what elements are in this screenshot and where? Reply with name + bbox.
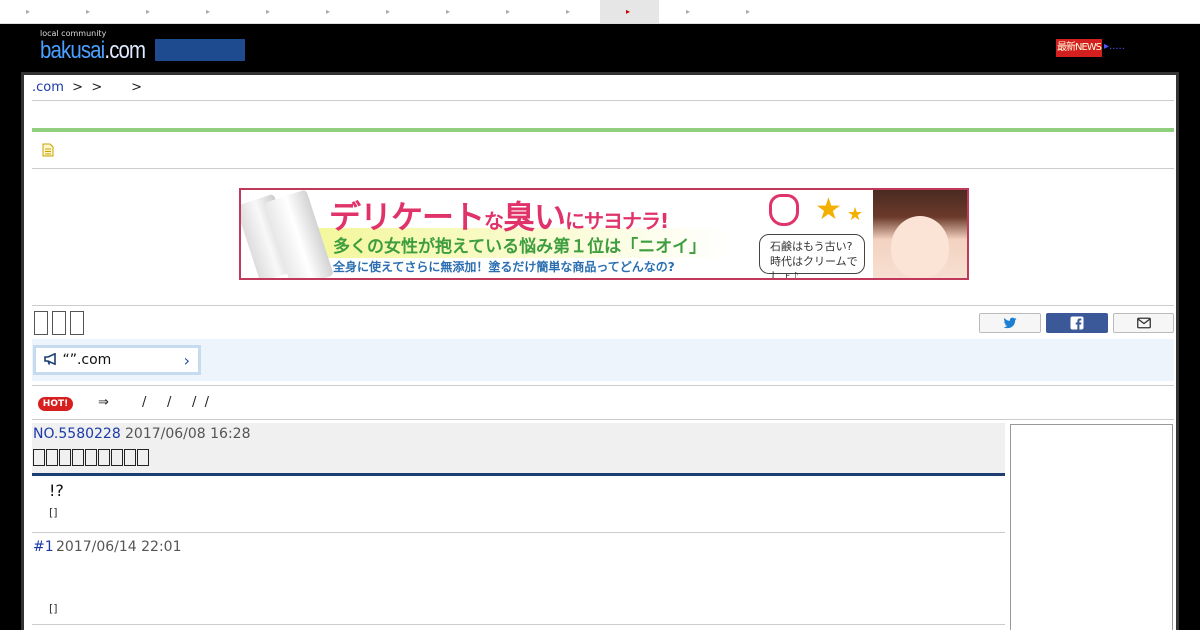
top-nav-item[interactable]: ▸ [360, 0, 420, 23]
top-nav-item[interactable]: ▸ [240, 0, 300, 23]
top-nav-item[interactable]: ▸ [540, 0, 600, 23]
top-nav-item[interactable]: ▸ [300, 0, 360, 23]
thread-body: !? [49, 481, 64, 500]
star-icon: ★ [847, 204, 864, 225]
missing-glyph [137, 449, 149, 466]
hand-wave-icon [769, 194, 799, 226]
logo-name-main: bakusai [40, 37, 105, 64]
top-nav-item[interactable]: ▸ [660, 0, 720, 23]
twitter-icon [1003, 317, 1017, 329]
chevron-right-icon: › [183, 351, 190, 370]
missing-glyph [34, 311, 48, 335]
announcement-button[interactable]: “”.com › [33, 345, 201, 375]
document-icon [42, 143, 54, 157]
main-frame: .com > > > デリケートな臭いにサヨナラ! ★ ★ 多くの女性が抱えてい… [21, 72, 1179, 630]
thread-board-title [34, 311, 88, 339]
missing-glyph [85, 449, 97, 466]
banner-headline-part: 臭い [503, 198, 566, 236]
missing-glyph [72, 449, 84, 466]
latest-news-badge[interactable]: 最新NEWS [1056, 39, 1102, 57]
notice-bar: “”.com › [32, 339, 1174, 381]
facebook-icon [1070, 316, 1084, 330]
missing-glyph [52, 311, 66, 335]
missing-glyph [59, 449, 71, 466]
star-icon: ★ [815, 192, 842, 227]
top-nav-item[interactable]: ▸ [120, 0, 180, 23]
site-header: local community bakusai.com 最新NEWS ▸....… [0, 24, 1200, 72]
thread-date: 2017/06/08 16:28 [125, 426, 251, 442]
hot-links[interactable]: ⇒ / / / / [98, 395, 209, 410]
thread-meta: [] [49, 506, 58, 519]
divider [32, 385, 1174, 386]
megaphone-icon [44, 352, 56, 366]
divider [32, 100, 1174, 101]
top-nav-item[interactable]: ▸ [420, 0, 480, 23]
thread-title-rule [32, 473, 1005, 476]
missing-glyph [124, 449, 136, 466]
top-nav-item[interactable]: ▸ [480, 0, 540, 23]
model-face [891, 216, 949, 278]
divider [32, 419, 1174, 420]
top-nav-item[interactable]: ▸ [0, 0, 60, 23]
top-nav-item[interactable]: ▸ [180, 0, 240, 23]
top-nav-item-active[interactable]: ▸ [600, 0, 659, 23]
top-nav-item[interactable]: ▸ [60, 0, 120, 23]
missing-glyph [70, 311, 84, 335]
divider [32, 532, 1005, 533]
sidebar-ad-slot [1010, 424, 1173, 630]
reply-meta: [] [49, 602, 58, 615]
area-selector[interactable] [155, 39, 245, 61]
hot-badge: HOT! [38, 397, 73, 411]
banner-headline-part: にサヨナラ! [565, 209, 669, 233]
bubble-line: 石鹸はもう古い? [770, 240, 853, 253]
banner-headline-part: デリケート [329, 198, 485, 236]
banner-subheadline: 多くの女性が抱えている悩み第１位は「ニオイ」 [333, 237, 707, 257]
green-divider [32, 128, 1174, 132]
reply-date: 2017/06/14 22:01 [56, 539, 182, 555]
thread-header: NO.5580228 2017/06/08 16:28 [32, 423, 1005, 475]
thread-number[interactable]: NO.5580228 [33, 426, 121, 442]
divider [32, 168, 1174, 169]
announcement-label: “”.com [62, 352, 112, 368]
bubble-line: 時代はクリームでしょ♪ [770, 255, 858, 280]
facebook-share-button[interactable] [1046, 313, 1108, 333]
news-ticker[interactable]: ▸..... [1104, 41, 1125, 52]
breadcrumb-site-link[interactable]: .com [32, 80, 64, 95]
top-nav: ▸ ▸ ▸ ▸ ▸ ▸ ▸ ▸ ▸ ▸ ▸ ▸ ▸ [0, 0, 1200, 24]
email-share-button[interactable] [1113, 313, 1174, 333]
missing-glyph [46, 449, 58, 466]
top-nav-item[interactable]: ▸ [720, 0, 780, 23]
breadcrumb: .com > > > [32, 80, 142, 95]
mail-icon [1136, 317, 1151, 329]
site-logo[interactable]: local community bakusai.com [40, 29, 164, 63]
reply-number[interactable]: #1 [33, 539, 54, 555]
thread-title [33, 449, 150, 470]
missing-glyph [111, 449, 123, 466]
speech-bubble: 石鹸はもう古い? 時代はクリームでしょ♪ [759, 234, 865, 278]
logo-text: bakusai.com [40, 37, 146, 64]
divider [32, 624, 1005, 625]
ad-banner[interactable]: デリケートな臭いにサヨナラ! ★ ★ 多くの女性が抱えている悩み第１位は「ニオイ… [239, 188, 969, 280]
missing-glyph [33, 449, 45, 466]
twitter-share-button[interactable] [979, 313, 1041, 333]
banner-caption: 全身に使えてさらに無添加！塗るだけ簡単な商品ってどんなの? [333, 260, 675, 274]
logo-name-domain: .com [104, 37, 146, 64]
breadcrumb-separators: > > > [63, 80, 143, 95]
missing-glyph [98, 449, 110, 466]
divider [32, 305, 1174, 306]
banner-headline-part: な [484, 209, 504, 233]
